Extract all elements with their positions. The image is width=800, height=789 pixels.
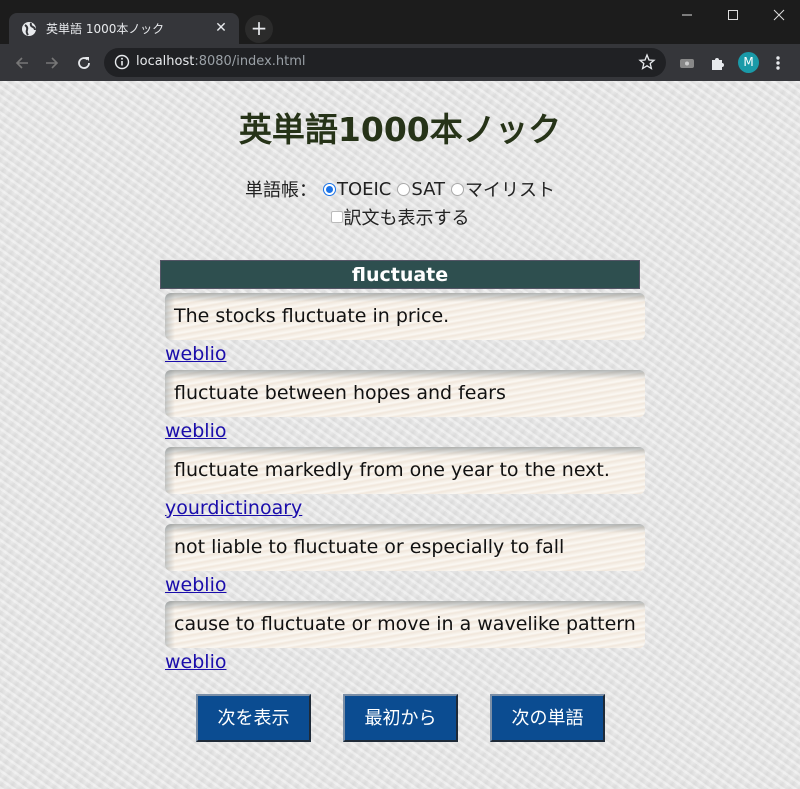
back-icon[interactable] (10, 51, 34, 75)
wordbook-label: 単語帳： (244, 180, 317, 201)
show-next-button[interactable]: 次を表示 (196, 694, 311, 742)
list-item: fluctuate between hopes and fears weblio (165, 370, 645, 447)
tab-close-icon[interactable]: ✕ (213, 20, 229, 36)
source-link[interactable]: weblio (165, 648, 645, 678)
next-word-button[interactable]: 次の単語 (490, 694, 605, 742)
options-panel: 単語帳： TOEIC SAT マイリスト 訳文も表示する (0, 175, 800, 231)
radio-mylist[interactable] (451, 182, 465, 196)
list-item: not liable to fluctuate or especially to… (165, 524, 645, 601)
source-link[interactable]: weblio (165, 417, 645, 447)
browser-toolbar: localhost:8080/index.html M (0, 44, 800, 81)
translation-toggle: 訳文も表示する (0, 203, 800, 231)
source-link[interactable]: weblio (165, 571, 645, 601)
globe-icon (21, 21, 37, 37)
more-vert-icon[interactable] (768, 53, 788, 73)
page-content: 英単語1000本ノック 単語帳： TOEIC SAT マイリスト 訳文も表示する… (0, 81, 800, 789)
title-bar: 英単語 1000本ノック ✕ + (0, 0, 800, 44)
radio-label-toeic[interactable]: TOEIC (337, 179, 391, 200)
reload-icon[interactable] (72, 51, 96, 75)
info-icon[interactable] (114, 54, 130, 70)
source-link[interactable]: weblio (165, 340, 645, 370)
list-item: The stocks fluctuate in price. weblio (165, 293, 645, 370)
wordbook-selector: 単語帳： TOEIC SAT マイリスト (0, 175, 800, 203)
cast-icon[interactable] (677, 53, 697, 73)
list-item: cause to fluctuate or move in a wavelike… (165, 601, 645, 678)
example-sentence: The stocks fluctuate in price. (165, 293, 645, 340)
show-translation-checkbox[interactable] (330, 211, 343, 223)
url-text: localhost:8080/index.html (136, 54, 306, 69)
maximize-icon[interactable] (710, 0, 756, 30)
radio-label-sat[interactable]: SAT (411, 179, 445, 200)
page-title: 英単語1000本ノック (238, 110, 562, 149)
example-list: The stocks fluctuate in price. weblio fl… (165, 293, 645, 678)
radio-label-mylist[interactable]: マイリスト (465, 176, 555, 202)
avatar[interactable]: M (738, 52, 759, 73)
show-translation-label[interactable]: 訳文も表示する (344, 204, 470, 230)
close-window-icon[interactable] (756, 0, 800, 30)
puzzle-icon[interactable] (707, 53, 727, 73)
forward-icon[interactable] (40, 51, 64, 75)
example-sentence: not liable to fluctuate or especially to… (165, 524, 645, 571)
browser-tab[interactable]: 英単語 1000本ノック ✕ (9, 13, 239, 44)
example-sentence: cause to fluctuate or move in a wavelike… (165, 601, 645, 648)
address-bar[interactable]: localhost:8080/index.html (104, 48, 666, 77)
new-tab-button[interactable]: + (245, 15, 273, 43)
radio-sat[interactable] (397, 182, 411, 196)
example-sentence: fluctuate between hopes and fears (165, 370, 645, 417)
source-link[interactable]: yourdictinoary (165, 494, 645, 524)
tab-title: 英単語 1000本ノック (46, 22, 165, 36)
minimize-icon[interactable] (664, 0, 710, 30)
list-item: fluctuate markedly from one year to the … (165, 447, 645, 524)
radio-toeic[interactable] (322, 182, 336, 196)
star-icon[interactable] (638, 53, 656, 71)
word-header: fluctuate (160, 260, 640, 289)
example-sentence: fluctuate markedly from one year to the … (165, 447, 645, 494)
restart-button[interactable]: 最初から (343, 694, 458, 742)
